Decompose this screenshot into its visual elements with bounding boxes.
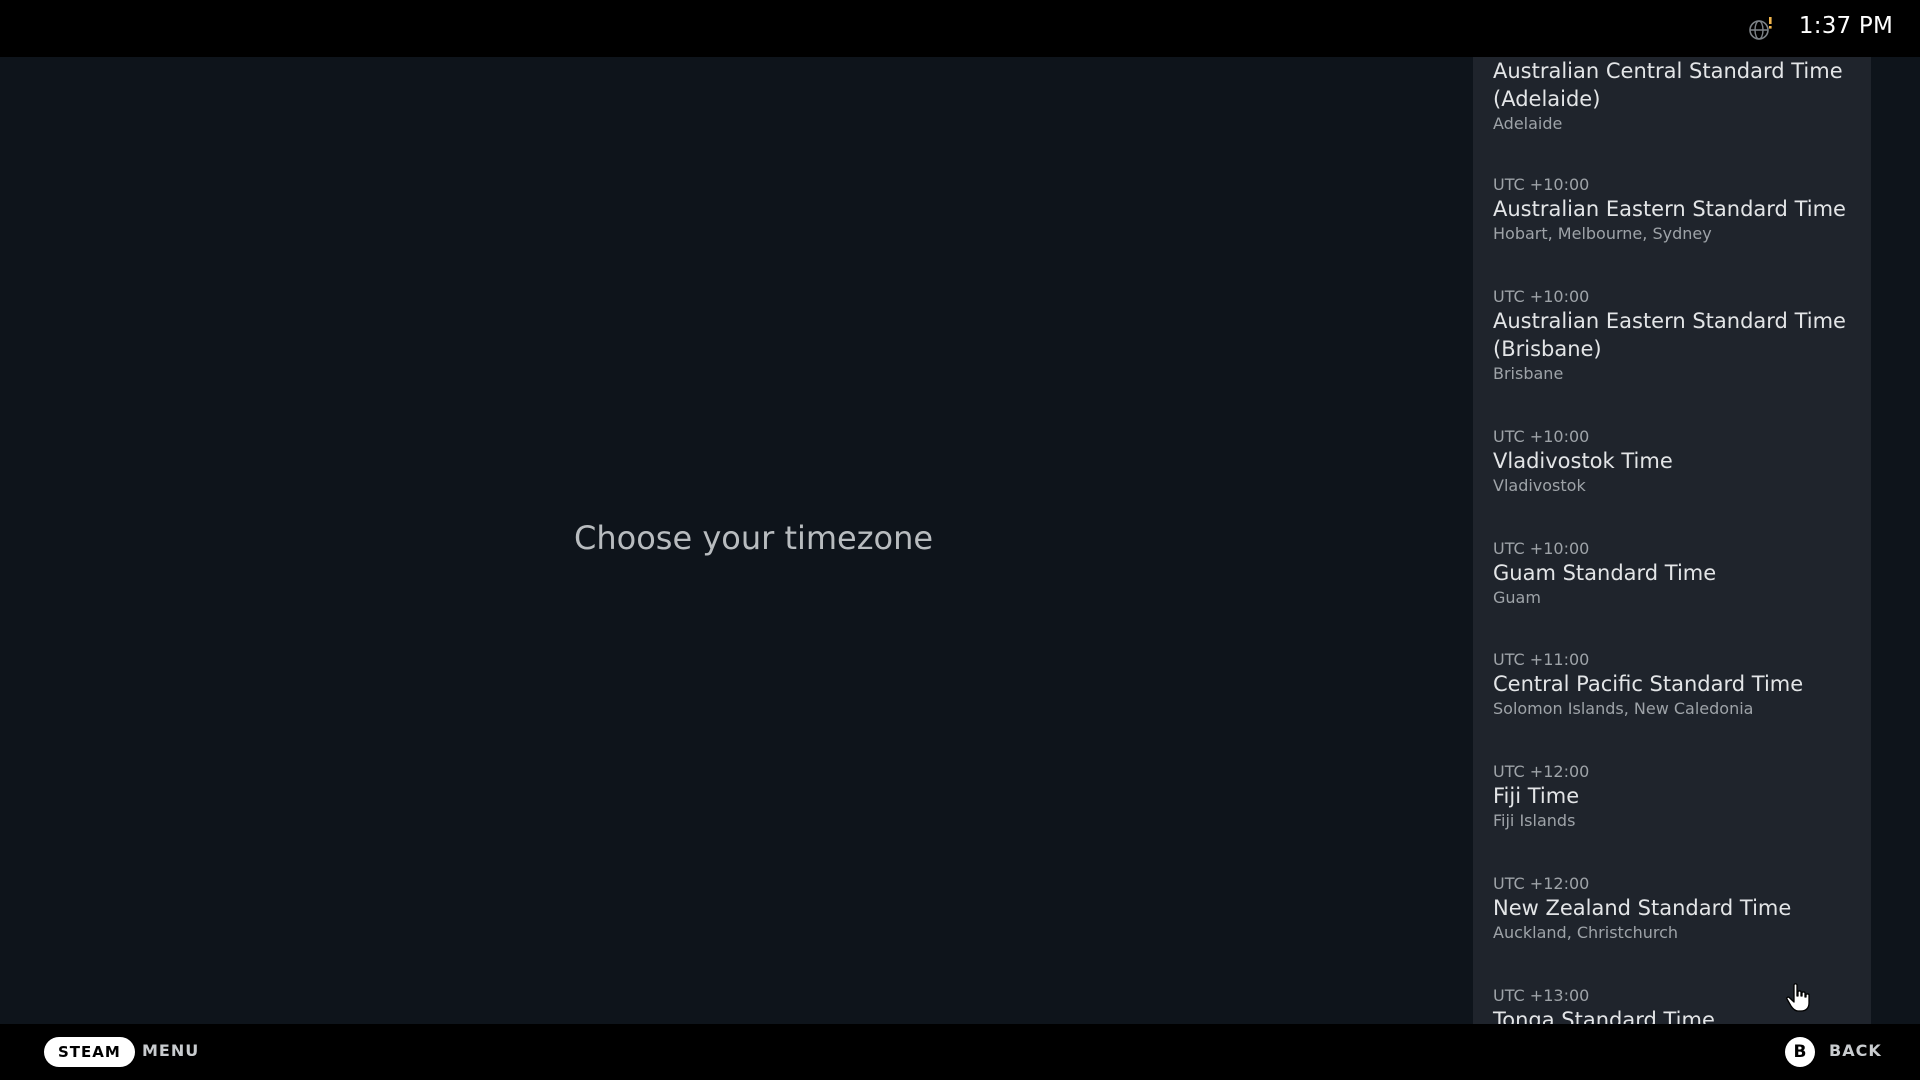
- timezone-cities: Solomon Islands, New Caledonia: [1493, 699, 1754, 718]
- timezone-offset: UTC +12:00: [1493, 762, 1590, 781]
- timezone-offset: UTC +10:00: [1493, 287, 1590, 306]
- timezone-name: Australian Eastern Standard Time: [1493, 197, 1846, 221]
- page-title: Choose your timezone: [574, 519, 934, 557]
- timezone-cities: Fiji Islands: [1493, 811, 1576, 830]
- footer-bar: STEAM MENU B BACK: [0, 1024, 1920, 1080]
- timezone-name: New Zealand Standard Time: [1493, 896, 1792, 920]
- timezone-cities: Brisbane: [1493, 364, 1564, 383]
- timezone-cities: Hobart, Melbourne, Sydney: [1493, 224, 1712, 243]
- timezone-name: Australian Central Standard Time (Adelai…: [1493, 59, 1843, 111]
- timezone-name: Central Pacific Standard Time: [1493, 672, 1804, 696]
- status-bar: 1:37 PM: [0, 0, 1920, 57]
- timezone-list-panel[interactable]: UTC +9:30Australian Central Standard Tim…: [1473, 57, 1871, 1024]
- timezone-name: Guam Standard Time: [1493, 561, 1717, 585]
- steam-button[interactable]: STEAM: [44, 1037, 135, 1067]
- timezone-offset: UTC +11:00: [1493, 650, 1590, 669]
- timezone-option[interactable]: UTC +10:00 Vladivostok Time Vladivostok: [1473, 416, 1871, 497]
- main-area: Choose your timezone UTC +9:30Australian…: [0, 57, 1920, 1024]
- timezone-offset: UTC +10:00: [1493, 539, 1590, 558]
- timezone-option[interactable]: UTC +10:00 Australian Eastern Standard Ti…: [1473, 164, 1871, 245]
- timezone-cities: Adelaide: [1493, 114, 1563, 133]
- timezone-cities: Vladivostok: [1493, 476, 1586, 495]
- timezone-name: Australian Eastern Standard Time (Brisba…: [1493, 309, 1846, 361]
- b-button-icon[interactable]: B: [1785, 1037, 1815, 1067]
- globe-icon[interactable]: [1748, 16, 1774, 42]
- timezone-option[interactable]: UTC +12:00 Fiji Time Fiji Islands: [1473, 751, 1871, 832]
- timezone-offset: UTC +12:00: [1493, 874, 1590, 893]
- timezone-option[interactable]: UTC +12:00 New Zealand Standard Time Auckl…: [1473, 863, 1871, 944]
- hand-cursor-icon: [1786, 983, 1810, 1012]
- clock: 1:37 PM: [1798, 13, 1893, 39]
- timezone-name: Vladivostok Time: [1493, 449, 1673, 473]
- timezone-offset: UTC +10:00: [1493, 427, 1590, 446]
- back-label[interactable]: BACK: [1829, 1041, 1882, 1060]
- menu-label[interactable]: MENU: [142, 1041, 199, 1060]
- timezone-name: Fiji Time: [1493, 784, 1580, 808]
- timezone-option[interactable]: UTC +9:30Australian Central Standard Tim…: [1473, 57, 1871, 135]
- timezone-offset: UTC +10:00: [1493, 175, 1590, 194]
- timezone-cities: Guam: [1493, 588, 1541, 607]
- timezone-option[interactable]: UTC +10:00 Australian Eastern Standard Ti…: [1473, 276, 1871, 385]
- timezone-cities: Auckland, Christchurch: [1493, 923, 1679, 942]
- timezone-option[interactable]: UTC +10:00 Guam Standard Time Guam: [1473, 528, 1871, 609]
- timezone-option[interactable]: UTC +11:00 Central Pacific Standard Time S…: [1473, 639, 1871, 720]
